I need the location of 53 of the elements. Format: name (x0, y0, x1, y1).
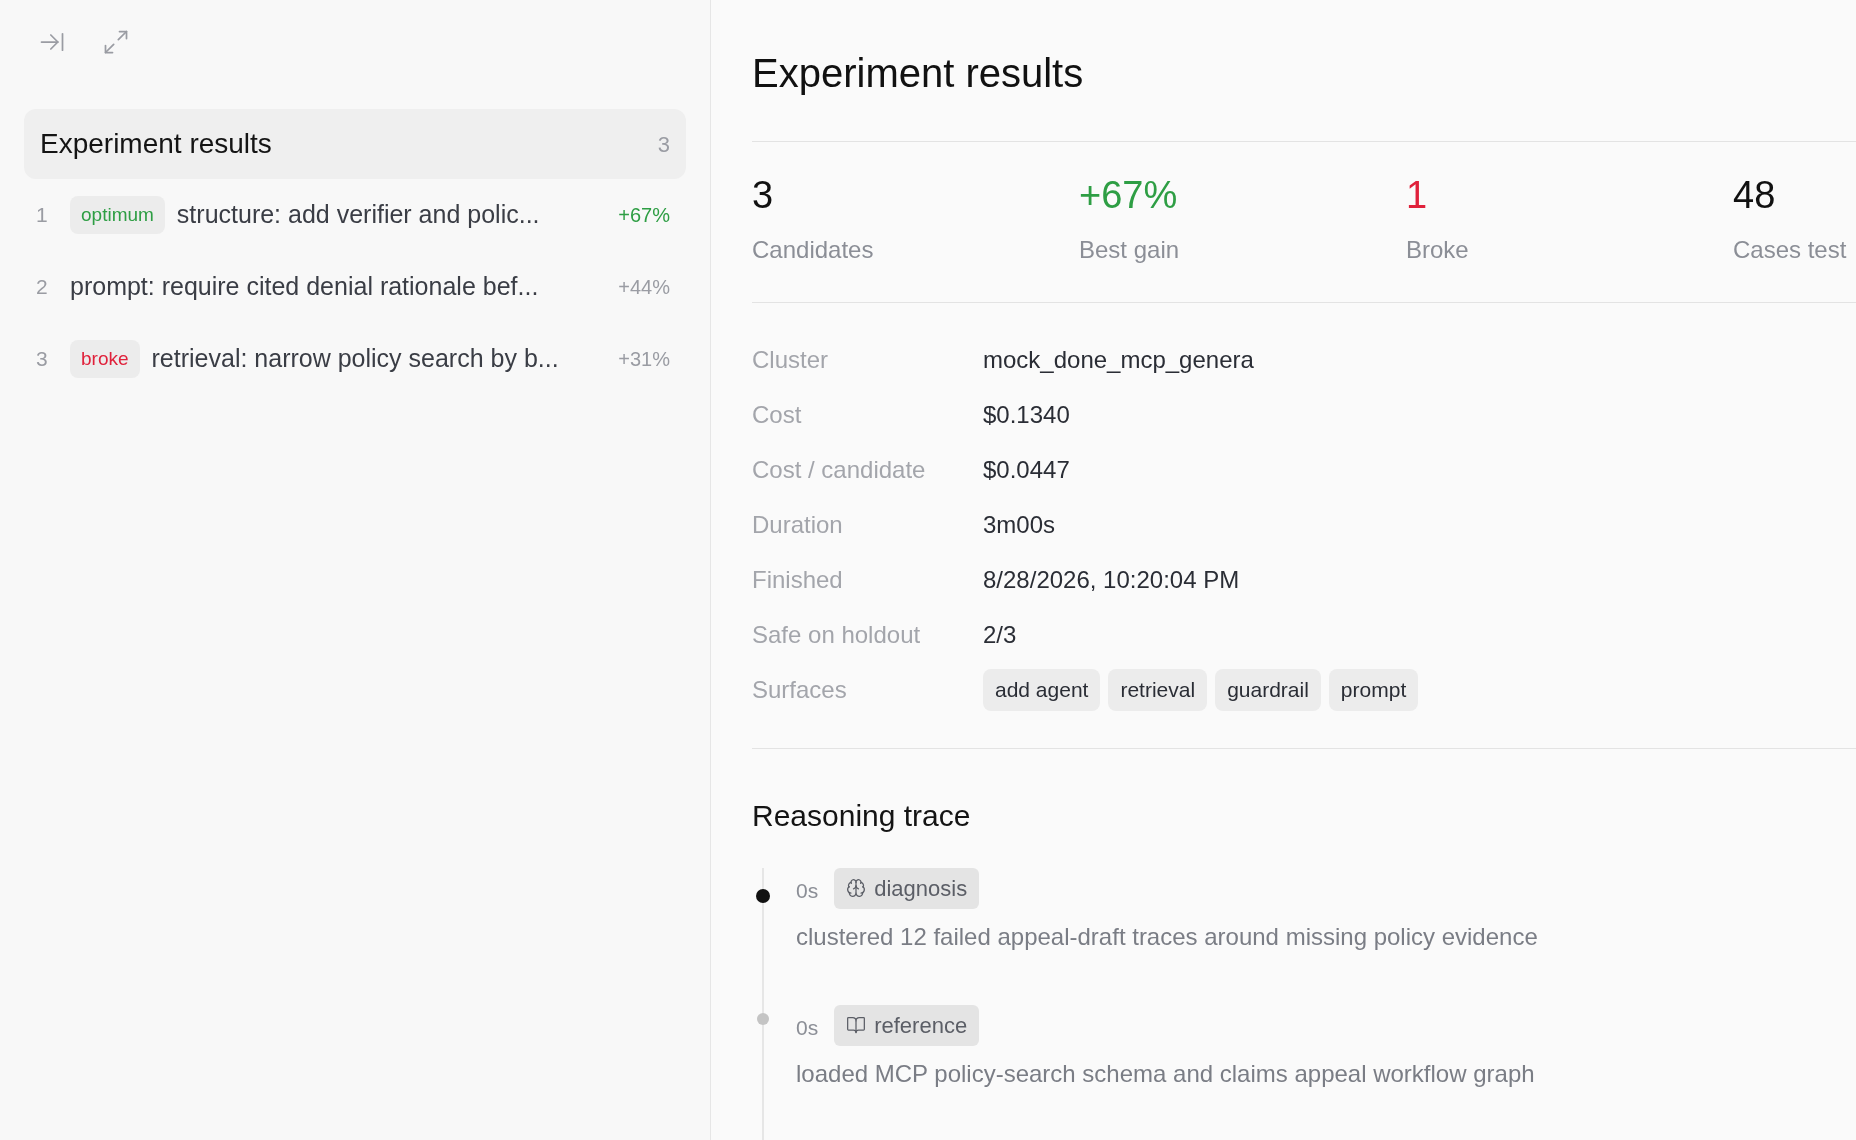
step-kind-tag: reference (834, 1004, 980, 1046)
surface-tag: retrieval (1108, 669, 1208, 711)
results-title: Experiment results (40, 127, 272, 161)
detail-value: $0.0447 (983, 455, 1070, 485)
detail-value: 2/3 (983, 620, 1017, 650)
surface-tag: prompt (1328, 669, 1419, 711)
status-tag: optimum (70, 195, 165, 235)
detail-value: $0.1340 (983, 400, 1070, 430)
detail-value: mock_done_mcp_genera (983, 345, 1254, 375)
detail-label: Cost (752, 400, 803, 430)
step-time: 0s (796, 878, 819, 905)
gain-value: +44% (618, 275, 670, 300)
page-title: Experiment results (752, 50, 1084, 97)
surface-tag: add agent (983, 669, 1101, 711)
section-title: Reasoning trace (752, 797, 971, 834)
detail-label: Duration (752, 510, 844, 540)
stat-label: Broke (1406, 234, 1469, 265)
detail-label: Finished (752, 565, 844, 595)
row-number: 2 (36, 274, 49, 301)
detail-value: 8/28/2026, 10:20:04 PM (983, 565, 1240, 595)
detail-value: 3m00s (983, 510, 1056, 540)
detail-label: Cluster (752, 345, 830, 375)
step-kind-tag: diagnosis (834, 867, 980, 909)
detail-label: Cost / candidate (752, 455, 927, 485)
stat-label: Cases test (1733, 234, 1847, 265)
detail-label: Safe on holdout (752, 620, 922, 650)
stat-label: Candidates (752, 234, 874, 265)
candidate-row[interactable]: 1 optimum structure: add verifier and polic... +67% (24, 179, 686, 251)
detail-label: Surfaces (752, 675, 848, 705)
gain-value: +31% (618, 347, 670, 372)
status-tag: broke (70, 339, 140, 379)
results-header[interactable]: Experiment results 3 (24, 109, 686, 179)
expand-icon[interactable] (102, 28, 130, 56)
stat-value: 1 (1406, 173, 1428, 218)
stat-value: 48 (1733, 173, 1776, 218)
gain-value: +67% (618, 203, 670, 228)
candidate-title: structure: add verifier and polic... (176, 199, 541, 231)
stat-value: +67% (1079, 173, 1178, 218)
stat-label: Best gain (1079, 234, 1180, 265)
step-description: clustered 12 failed appeal-draft traces around missing policy evidence (796, 921, 1538, 952)
row-number: 1 (36, 202, 49, 229)
candidate-row[interactable]: 3 broke retrieval: narrow policy search by b... +31% (24, 323, 686, 395)
candidate-title: retrieval: narrow policy search by b... (151, 343, 560, 375)
candidate-row[interactable]: 2 prompt: require cited denial rationale bef... +44% (24, 251, 686, 323)
results-count: 3 (657, 130, 670, 159)
stat-value: 3 (752, 173, 774, 218)
row-number: 3 (36, 346, 49, 373)
step-description: loaded MCP policy-search schema and claims appeal workflow graph (796, 1058, 1535, 1089)
brain-icon (846, 878, 867, 898)
step-time: 0s (796, 1015, 819, 1042)
candidate-title: prompt: require cited denial rationale bef... (70, 271, 540, 303)
surface-tag: guardrail (1215, 669, 1321, 711)
book-icon (846, 1015, 867, 1035)
